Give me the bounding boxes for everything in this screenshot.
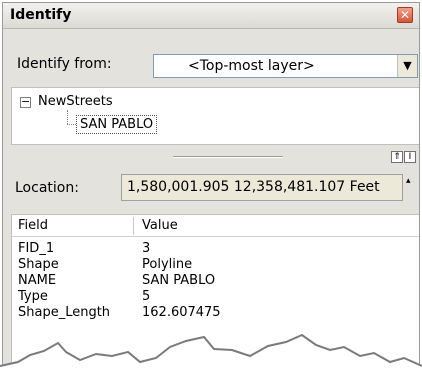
tree-node-feature[interactable]: SAN PABLO — [76, 115, 158, 134]
tree-connector — [67, 124, 76, 125]
field-cell: Shape_Length — [18, 305, 111, 320]
splitter-grip — [173, 156, 283, 158]
collapse-up-icon[interactable]: ⇑ — [391, 151, 403, 163]
results-tree: − NewStreets SAN PABLO — [11, 87, 419, 145]
location-value: 1,580,001.905 12,358,481.107 Feet — [127, 179, 380, 195]
close-icon[interactable]: ✕ — [397, 7, 413, 23]
identify-from-dropdown[interactable]: <Top-most layer> ▼ — [153, 54, 418, 78]
value-cell: Polyline — [142, 257, 193, 272]
table-row[interactable]: Shape Polyline — [12, 257, 419, 273]
identify-from-label: Identify from: — [17, 56, 112, 72]
field-cell: Shape — [18, 257, 59, 272]
scroll-up-icon[interactable]: ▴ — [406, 177, 411, 186]
collapse-icon[interactable]: − — [20, 96, 31, 108]
table-row[interactable]: Shape_Length 162.607475 — [12, 305, 419, 321]
value-cell: SAN PABLO — [142, 273, 216, 288]
tree-node-layer[interactable]: NewStreets — [38, 94, 113, 109]
table-row[interactable]: FID_1 3 — [12, 241, 419, 257]
window-title: Identify — [10, 7, 72, 23]
identify-window: Identify ✕ Identify from: <Top-most laye… — [2, 2, 420, 380]
column-divider[interactable] — [133, 217, 134, 235]
column-header-value[interactable]: Value — [142, 218, 178, 233]
table-row[interactable]: Type 5 — [12, 289, 419, 305]
identify-from-value: <Top-most layer> — [188, 58, 315, 74]
field-cell: FID_1 — [18, 241, 55, 256]
panel-splitter[interactable]: ⇑ I — [3, 151, 419, 165]
tree-connector — [67, 110, 68, 124]
value-cell: 5 — [142, 289, 151, 304]
pin-icon[interactable]: I — [404, 151, 416, 163]
field-cell: Type — [18, 289, 48, 304]
value-cell: 162.607475 — [142, 305, 221, 320]
field-cell: NAME — [18, 273, 57, 288]
table-row[interactable]: NAME SAN PABLO — [12, 273, 419, 289]
column-header-field[interactable]: Field — [18, 218, 48, 233]
attributes-table: Field Value FID_1 3 Shape Polyline NAME … — [11, 214, 419, 379]
chevron-down-icon[interactable]: ▼ — [397, 55, 417, 77]
location-field: 1,580,001.905 12,358,481.107 Feet — [121, 174, 403, 201]
value-cell: 3 — [142, 241, 151, 256]
table-header: Field Value — [12, 215, 419, 237]
title-bar[interactable]: Identify ✕ — [3, 3, 419, 29]
location-label: Location: — [15, 180, 79, 196]
